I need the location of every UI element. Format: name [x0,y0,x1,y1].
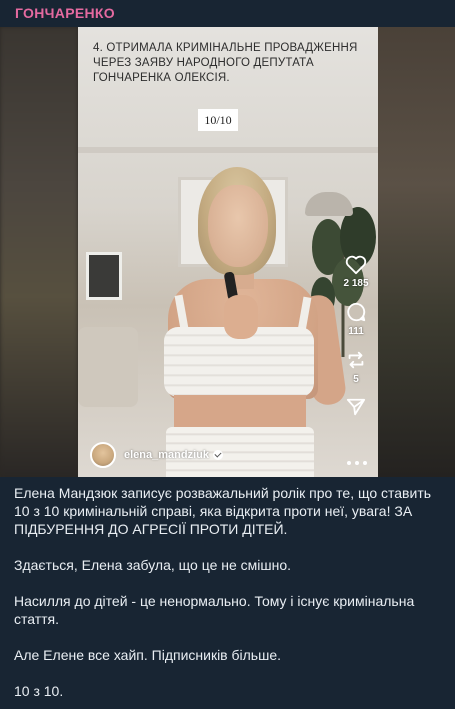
video-frame[interactable]: 4. ОТРИМАЛА КРИМІНАЛЬНЕ ПРОВАДЖЕННЯ ЧЕРЕ… [78,27,378,477]
avatar[interactable] [90,442,116,468]
more-icon[interactable] [346,460,368,466]
author-row[interactable]: elena_mandziuk [90,442,223,468]
post-paragraph: Елена Мандзюк записує розважальний ролік… [14,485,432,537]
person-hand [224,295,258,339]
comment-count: 111 [348,326,364,337]
comment-icon [347,302,366,322]
rating-badge: 10/10 [198,109,238,131]
like-count: 2 185 [343,278,369,289]
video-actions: 2 185 111 5 [336,255,376,429]
blurred-background-right [377,27,455,477]
post-paragraph: Насилля до дітей - це ненормально. Тому … [14,593,415,627]
wall-trim [78,147,378,153]
armchair-image [78,327,138,407]
username[interactable]: elena_mandziuk [124,449,209,461]
like-button[interactable]: 2 185 [336,255,376,289]
heart-icon [345,255,367,275]
wall-picture [86,252,122,300]
comment-button[interactable]: 111 [336,301,376,337]
repost-count: 5 [353,374,359,385]
send-icon [346,398,366,416]
message-card: ГОНЧАРЕНКО 4. ОТРИМАЛА КРИМІНАЛЬНЕ ПРОВА… [0,0,455,709]
post-paragraph: Але Елене все хайп. Підписників більше. [14,647,282,663]
post-text: Елена Мандзюк записує розважальний ролік… [14,484,444,709]
share-button[interactable] [336,397,376,417]
blurred-background-left [0,27,78,477]
verified-icon [212,450,223,460]
video-caption: 4. ОТРИМАЛА КРИМІНАЛЬНЕ ПРОВАДЖЕННЯ ЧЕРЕ… [93,42,358,84]
person-face [208,185,268,267]
post-paragraph: Здається, Елена забула, що це не смішно. [14,557,292,573]
post-paragraph: 10 з 10. [14,683,64,699]
channel-name[interactable]: ГОНЧАРЕНКО [15,5,115,21]
repost-button[interactable]: 5 [336,349,376,385]
repost-icon [348,351,364,369]
video-preview[interactable]: 4. ОТРИМАЛА КРИМІНАЛЬНЕ ПРОВАДЖЕННЯ ЧЕРЕ… [0,27,455,477]
